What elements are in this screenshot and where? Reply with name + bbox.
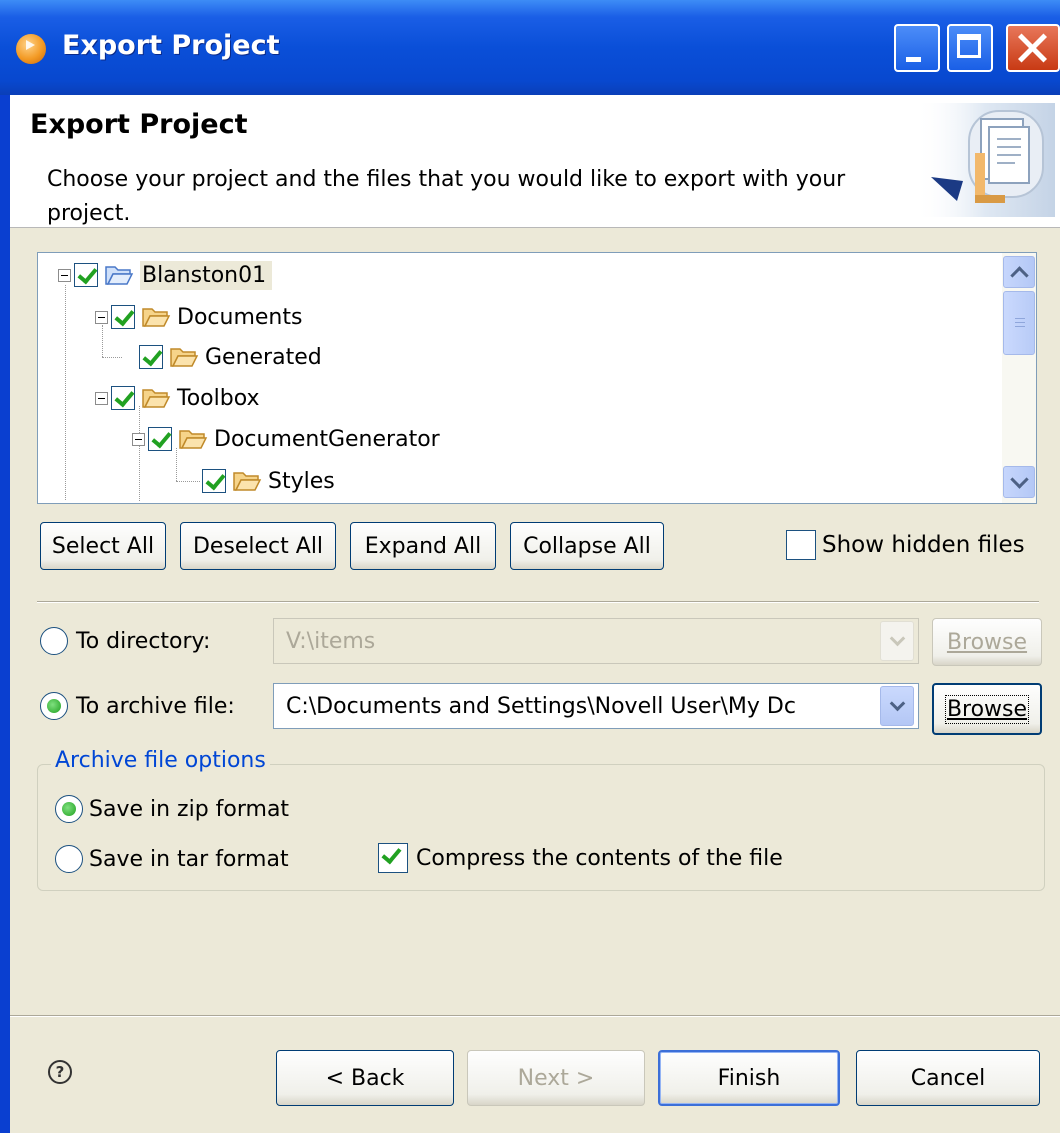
tree-item-label: Toolbox: [177, 385, 260, 411]
save-zip-option[interactable]: Save in zip format: [55, 795, 289, 823]
archive-file-value: C:\Documents and Settings\Novell User\My…: [286, 693, 796, 719]
compress-checkbox[interactable]: [378, 843, 408, 873]
export-wizard-icon: [915, 103, 1055, 217]
tree-checkbox[interactable]: [139, 345, 163, 369]
directory-value: V:\items: [286, 628, 376, 654]
scroll-down-button[interactable]: [1003, 466, 1035, 498]
window-title: Export Project: [62, 30, 280, 61]
open-folder-icon: [179, 430, 208, 449]
show-hidden-files-label: Show hidden files: [822, 532, 1025, 558]
deselect-all-button[interactable]: Deselect All: [180, 522, 336, 570]
open-folder-icon: [105, 266, 134, 285]
save-tar-option[interactable]: Save in tar format: [55, 845, 289, 873]
open-folder-icon: [142, 389, 171, 408]
open-folder-icon: [233, 472, 262, 491]
collapse-toggle[interactable]: [95, 391, 108, 405]
title-bar[interactable]: Export Project: [0, 0, 1060, 95]
save-tar-radio[interactable]: [55, 845, 83, 873]
page-title: Export Project: [30, 109, 248, 140]
directory-combo[interactable]: V:\items: [273, 618, 919, 664]
to-archive-file-label: To archive file:: [76, 693, 235, 719]
wizard-header: Export Project Choose your project and t…: [10, 95, 1060, 228]
archive-file-browse-button[interactable]: Browse: [932, 683, 1042, 735]
tree-checkbox[interactable]: [202, 469, 226, 493]
next-label: Next >: [517, 1065, 595, 1091]
collapse-all-button[interactable]: Collapse All: [510, 522, 664, 570]
thumb-grip: [1015, 326, 1025, 327]
expand-all-button[interactable]: Expand All: [350, 522, 496, 570]
archive-options-legend: Archive file options: [51, 748, 270, 773]
maximize-button[interactable]: [947, 24, 993, 72]
app-icon: [16, 34, 46, 64]
cancel-button[interactable]: Cancel: [856, 1050, 1040, 1106]
footer-separator: [10, 1015, 1060, 1017]
collapse-toggle[interactable]: [58, 268, 71, 282]
tree-checkbox[interactable]: [74, 263, 98, 287]
tree-item-documents[interactable]: Documents: [95, 298, 302, 336]
finish-label: Finish: [717, 1065, 781, 1091]
export-project-dialog: Export Project Export Project Choose you…: [0, 0, 1060, 1133]
tree-item-documentgenerator[interactable]: DocumentGenerator: [132, 420, 440, 458]
close-button[interactable]: [1006, 24, 1060, 72]
finish-button[interactable]: Finish: [658, 1050, 840, 1106]
tree-item-label: Styles: [268, 468, 335, 494]
scroll-up-button[interactable]: [1003, 256, 1035, 288]
tree-item-generated[interactable]: Generated: [139, 338, 322, 376]
open-folder-icon: [142, 308, 171, 327]
open-folder-icon: [170, 348, 199, 367]
browse-label: Browse: [946, 629, 1028, 655]
directory-browse-button[interactable]: Browse: [932, 618, 1042, 666]
directory-dropdown-button[interactable]: [880, 621, 914, 661]
tree-checkbox[interactable]: [111, 386, 135, 410]
back-button[interactable]: < Back: [276, 1050, 454, 1106]
thumb-grip: [1015, 322, 1025, 323]
show-hidden-files-checkbox[interactable]: [786, 530, 816, 560]
tree-scrollbar[interactable]: [1002, 253, 1036, 503]
show-hidden-files-option[interactable]: Show hidden files: [786, 530, 1025, 560]
browse-label: Browse: [944, 694, 1030, 724]
window-border: [0, 95, 10, 1133]
to-directory-radio[interactable]: [40, 627, 68, 655]
to-directory-option[interactable]: To directory:: [40, 627, 210, 655]
back-label: < Back: [325, 1065, 405, 1091]
save-zip-radio[interactable]: [55, 795, 83, 823]
tree-connector: [102, 357, 122, 358]
tree-item-blanston01[interactable]: Blanston01: [58, 256, 273, 294]
scroll-thumb[interactable]: [1003, 291, 1035, 355]
tree-item-styles[interactable]: Styles: [202, 462, 335, 500]
tree-item-toolbox[interactable]: Toolbox: [95, 379, 260, 417]
tree-item-label: Blanston01: [140, 260, 273, 290]
next-button[interactable]: Next >: [467, 1050, 645, 1106]
to-archive-file-option[interactable]: To archive file:: [40, 692, 235, 720]
thumb-grip: [1015, 318, 1025, 319]
page-description: Choose your project and the files that y…: [47, 167, 846, 226]
tree-item-label: Documents: [177, 304, 303, 330]
tree-connector: [65, 285, 66, 500]
collapse-toggle[interactable]: [132, 432, 145, 446]
compress-label: Compress the contents of the file: [416, 845, 783, 871]
tree-connector: [176, 481, 200, 482]
to-directory-label: To directory:: [76, 628, 211, 654]
separator: [37, 601, 1039, 603]
tree-item-label: DocumentGenerator: [214, 426, 440, 452]
collapse-toggle[interactable]: [95, 310, 108, 324]
save-tar-label: Save in tar format: [89, 846, 289, 872]
to-archive-file-radio[interactable]: [40, 692, 68, 720]
compress-option[interactable]: Compress the contents of the file: [378, 843, 783, 873]
cancel-label: Cancel: [910, 1065, 986, 1091]
tree-checkbox[interactable]: [148, 427, 172, 451]
select-all-button[interactable]: Select All: [40, 522, 166, 570]
tree-item-label: Generated: [205, 344, 322, 370]
tree-checkbox[interactable]: [111, 305, 135, 329]
help-icon[interactable]: ?: [48, 1060, 72, 1084]
save-zip-label: Save in zip format: [89, 796, 290, 822]
archive-file-dropdown-button[interactable]: [880, 686, 914, 726]
archive-file-combo[interactable]: C:\Documents and Settings\Novell User\My…: [273, 683, 919, 729]
project-file-tree[interactable]: Blanston01 Documents Generated Toolbox D…: [37, 252, 1037, 504]
minimize-button[interactable]: [894, 24, 940, 72]
